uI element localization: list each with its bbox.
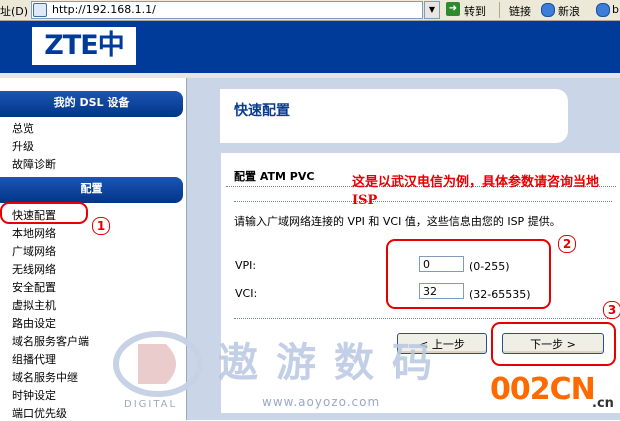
- zte-logo: ZTE中兴: [32, 27, 136, 99]
- ie-globe-icon: [541, 3, 555, 17]
- url-dropdown-button[interactable]: ▼: [424, 1, 440, 19]
- go-arrow-icon[interactable]: ➜: [446, 2, 460, 16]
- sidebar-item-port-priority[interactable]: 端口优先级: [12, 405, 67, 421]
- annotation-number-1: 1: [92, 217, 110, 235]
- page-title: 快速配置: [234, 103, 290, 119]
- toolbar-divider: [499, 2, 500, 18]
- page-header: ZTE中兴: [0, 21, 620, 99]
- watermark-url: www.aoyozo.com: [262, 395, 381, 409]
- sidebar-item-overview[interactable]: 总览: [12, 120, 34, 136]
- page-icon: [33, 3, 47, 17]
- sidebar-item-security[interactable]: 安全配置: [12, 279, 56, 295]
- sidebar-item-multicast-proxy[interactable]: 组播代理: [12, 351, 56, 367]
- url-input[interactable]: http://192.168.1.1/: [31, 1, 423, 19]
- vci-label: VCI:: [235, 287, 258, 300]
- watermark-chinese-text: 遨游数码: [218, 339, 450, 386]
- browser-address-bar: 址(D) http://192.168.1.1/ ▼ ➜ 转到 链接 新浪 b: [0, 0, 620, 21]
- annotation-number-2: 2: [558, 235, 576, 253]
- section-title: 配置 ATM PVC: [234, 170, 315, 183]
- sidebar-item-wireless[interactable]: 无线网络: [12, 261, 56, 277]
- instruction-text: 请输入广域网络连接的 VPI 和 VCI 值，这些信息由您的 ISP 提供。: [234, 215, 561, 228]
- sidebar-item-upgrade[interactable]: 升级: [12, 138, 34, 154]
- links-button[interactable]: 链接: [509, 3, 531, 19]
- watermark-digital-text: DIGITAL: [124, 399, 178, 410]
- annotation-box-vpi-vci: [386, 239, 551, 309]
- annotation-note: 这是以武汉电信为例，具体参数请咨询当地ISP: [352, 175, 600, 208]
- annotation-box-next-button: [491, 322, 616, 366]
- annotation-number-3: 3: [603, 301, 620, 319]
- sidebar-item-routing[interactable]: 路由设定: [12, 315, 56, 331]
- form-divider: [234, 318, 612, 319]
- ie-globe-icon-2: [596, 3, 610, 17]
- sidebar-item-lan[interactable]: 本地网络: [12, 225, 56, 241]
- watermark-brand-suffix: .cn: [592, 396, 614, 411]
- url-text: http://192.168.1.1/: [52, 3, 156, 16]
- sidebar-item-virtual-host[interactable]: 虚拟主机: [12, 297, 56, 313]
- watermark-logo: [113, 331, 203, 397]
- xinlang-link[interactable]: 新浪: [558, 3, 580, 19]
- sidebar-item-diagnostics[interactable]: 故障诊断: [12, 156, 56, 172]
- address-label: 址(D): [0, 5, 29, 18]
- sidebar-item-wan[interactable]: 广域网络: [12, 243, 56, 259]
- sidebar-section-config-title: 配置: [0, 177, 183, 203]
- watermark-brand: 002CN: [490, 372, 596, 407]
- annotation-box-quick-config: [0, 202, 88, 224]
- go-button[interactable]: 转到: [464, 3, 486, 19]
- sidebar-section-dsl-title: 我的 DSL 设备: [0, 91, 183, 117]
- sidebar-item-dns-client[interactable]: 域名服务客户端: [12, 333, 89, 349]
- sidebar-item-dns-relay[interactable]: 域名服务中继: [12, 369, 78, 385]
- vpi-label: VPI:: [235, 259, 257, 272]
- sidebar-item-clock[interactable]: 时钟设定: [12, 387, 56, 403]
- more-link[interactable]: b: [612, 3, 619, 16]
